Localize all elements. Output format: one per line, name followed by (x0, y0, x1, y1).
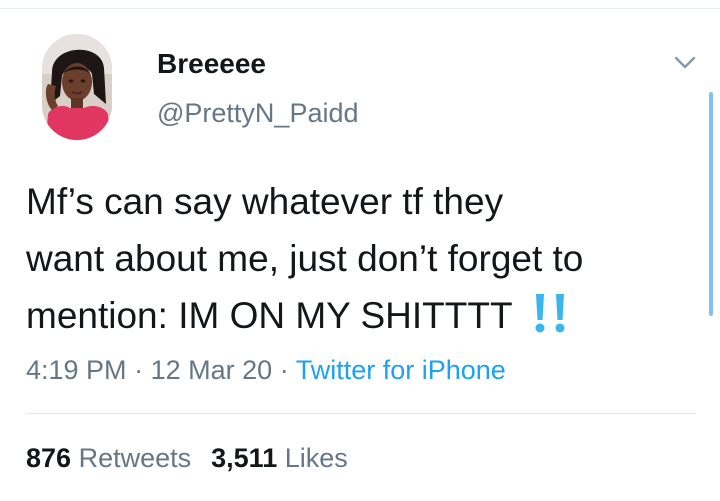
tweet-time[interactable]: 4:19 PM (26, 355, 127, 385)
tweet-card: Breeeee @PrettyN_Paidd Mf’s can say what… (0, 0, 720, 501)
avatar-photo (42, 34, 112, 140)
tweet-text-line: want about me, just don’t forget to (26, 238, 584, 279)
tweet-source-link[interactable]: Twitter for iPhone (296, 355, 506, 385)
tweet-text-line: Mf’s can say whatever tf they (26, 181, 504, 222)
meta-separator: · (134, 355, 144, 385)
likes-count: 3,511 (211, 443, 278, 473)
chevron-down-icon[interactable] (672, 50, 698, 74)
meta-separator: · (279, 355, 289, 385)
likes-stat[interactable]: 3,511 Likes (211, 443, 348, 473)
tweet-date[interactable]: 12 Mar 20 (151, 355, 273, 385)
likes-label: Likes (284, 443, 348, 473)
stats-divider (26, 413, 696, 414)
tweet-meta: 4:19 PM · 12 Mar 20 · Twitter for iPhone (26, 352, 506, 388)
avatar[interactable] (42, 34, 112, 140)
tweet-text-line: mention: IM ON MY SHITTTT (26, 287, 706, 344)
retweets-label: Retweets (78, 443, 192, 473)
retweets-count: 876 (26, 443, 72, 473)
tweet-text-line-content: mention: IM ON MY SHITTTT (26, 295, 513, 336)
display-name[interactable]: Breeeee (157, 48, 266, 80)
tweet-stats: 876 Retweets 3,511 Likes (26, 440, 348, 476)
user-handle[interactable]: @PrettyN_Paidd (157, 97, 359, 129)
retweets-stat[interactable]: 876 Retweets (26, 443, 191, 473)
double-exclamation-icon (531, 292, 571, 334)
tweet-text: Mf’s can say whatever tf they want about… (26, 173, 706, 344)
